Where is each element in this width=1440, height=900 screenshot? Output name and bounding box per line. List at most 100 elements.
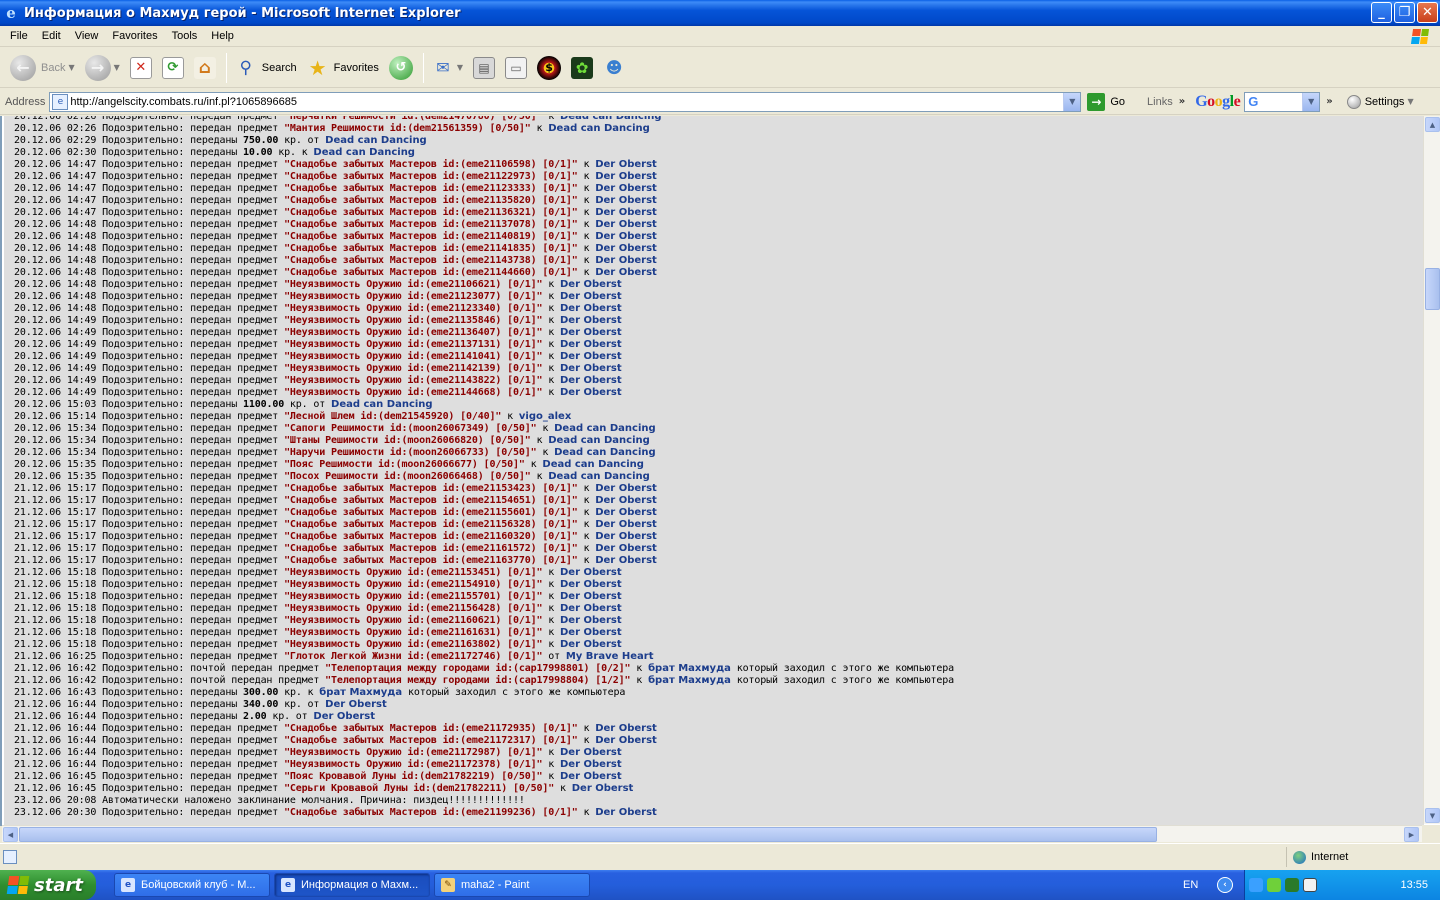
log-user-link[interactable]: Der Oberst xyxy=(595,243,657,254)
log-user-link[interactable]: Der Oberst xyxy=(560,747,622,758)
addon-button-2[interactable]: ✿ xyxy=(567,51,597,85)
log-user-link[interactable]: Der Oberst xyxy=(560,615,622,626)
forward-button[interactable]: → ▼ xyxy=(81,51,124,85)
links-chevron-icon[interactable]: » xyxy=(1179,96,1185,107)
print-button[interactable]: ▤ xyxy=(469,51,499,85)
log-user-link[interactable]: Der Oberst xyxy=(595,195,657,206)
pen-tray-icon[interactable] xyxy=(1303,878,1317,892)
language-indicator[interactable]: EN xyxy=(1183,879,1198,891)
log-user-link[interactable]: Dead can Dancing xyxy=(548,435,650,446)
scroll-right-arrow-icon[interactable]: ▶ xyxy=(1404,827,1419,842)
log-user-link[interactable]: Der Oberst xyxy=(560,375,622,386)
log-user-link[interactable]: Der Oberst xyxy=(595,255,657,266)
task-fight-club[interactable]: e Бойцовский клуб - M... xyxy=(114,873,270,897)
log-user-link[interactable]: брат Махмуда xyxy=(319,687,402,698)
close-button[interactable]: ✕ xyxy=(1417,2,1438,23)
menu-view[interactable]: View xyxy=(68,30,106,42)
log-user-link[interactable]: vigo_alex xyxy=(519,411,571,422)
links-label[interactable]: Links xyxy=(1147,96,1173,108)
log-user-link[interactable]: Der Oberst xyxy=(595,267,657,278)
google-dropdown-icon[interactable]: ▼ xyxy=(1302,92,1320,111)
minimize-button[interactable]: _ xyxy=(1371,2,1392,23)
log-user-link[interactable]: Der Oberst xyxy=(560,567,622,578)
log-user-link[interactable]: Der Oberst xyxy=(595,735,657,746)
log-user-link[interactable]: Der Oberst xyxy=(560,291,622,302)
stop-button[interactable]: ✕ xyxy=(126,51,156,85)
log-user-link[interactable]: Der Oberst xyxy=(595,231,657,242)
google-search-input[interactable]: G ▼ xyxy=(1244,91,1321,112)
log-user-link[interactable]: Der Oberst xyxy=(595,219,657,230)
start-button[interactable]: start xyxy=(0,870,96,900)
chat-tray-icon[interactable] xyxy=(1285,878,1299,892)
log-user-link[interactable]: Der Oberst xyxy=(560,603,622,614)
log-user-link[interactable]: Der Oberst xyxy=(595,531,657,542)
menu-tools[interactable]: Tools xyxy=(165,30,205,42)
scroll-up-arrow-icon[interactable]: ▲ xyxy=(1425,117,1440,132)
log-user-link[interactable]: Der Oberst xyxy=(595,495,657,506)
log-user-link[interactable]: Der Oberst xyxy=(313,711,375,722)
log-user-link[interactable]: Dead can Dancing xyxy=(554,447,656,458)
log-user-link[interactable]: Dead can Dancing xyxy=(548,471,650,482)
log-user-link[interactable]: Der Oberst xyxy=(325,699,387,710)
home-button[interactable]: ⌂ xyxy=(190,51,220,85)
log-user-link[interactable]: Der Oberst xyxy=(560,639,622,650)
log-user-link[interactable]: Der Oberst xyxy=(560,363,622,374)
go-button[interactable]: → Go xyxy=(1087,92,1125,111)
log-user-link[interactable]: Dead can Dancing xyxy=(313,147,415,158)
task-paint[interactable]: ✎ maha2 - Paint xyxy=(434,873,590,897)
flower-tray-icon[interactable] xyxy=(1267,878,1281,892)
log-user-link[interactable]: Der Oberst xyxy=(560,771,622,782)
history-button[interactable]: ↺ xyxy=(385,51,417,85)
maximize-button[interactable]: ❐ xyxy=(1394,2,1415,23)
addon-button-1[interactable]: $ xyxy=(533,51,565,85)
back-button[interactable]: ← Back ▼ xyxy=(6,51,79,85)
menu-file[interactable]: File xyxy=(3,30,35,42)
log-user-link[interactable]: Dead can Dancing xyxy=(560,116,662,122)
address-input[interactable]: e http://angelscity.combats.ru/inf.pl?10… xyxy=(49,91,1082,112)
refresh-button[interactable]: ⟳ xyxy=(158,51,188,85)
log-user-link[interactable]: Dead can Dancing xyxy=(542,459,644,470)
log-user-link[interactable]: Der Oberst xyxy=(560,627,622,638)
menu-help[interactable]: Help xyxy=(204,30,241,42)
log-user-link[interactable]: Der Oberst xyxy=(560,579,622,590)
back-dropdown-icon[interactable]: ▼ xyxy=(68,63,74,72)
scroll-left-arrow-icon[interactable]: ◀ xyxy=(3,827,18,842)
log-user-link[interactable]: Der Oberst xyxy=(595,171,657,182)
log-user-link[interactable]: Der Oberst xyxy=(595,183,657,194)
log-user-link[interactable]: Der Oberst xyxy=(595,543,657,554)
tray-expand-icon[interactable]: ‹ xyxy=(1217,877,1233,893)
network-icon[interactable] xyxy=(1249,878,1263,892)
horizontal-scroll-thumb[interactable] xyxy=(19,827,1157,842)
log-user-link[interactable]: Der Oberst xyxy=(595,159,657,170)
messenger-button[interactable]: ☻ xyxy=(599,51,629,85)
log-user-link[interactable]: Der Oberst xyxy=(560,339,622,350)
vertical-scroll-thumb[interactable] xyxy=(1425,268,1440,310)
log-user-link[interactable]: Der Oberst xyxy=(595,723,657,734)
log-user-link[interactable]: Der Oberst xyxy=(595,507,657,518)
log-user-link[interactable]: Dead can Dancing xyxy=(548,123,650,134)
log-user-link[interactable]: Der Oberst xyxy=(560,351,622,362)
log-user-link[interactable]: Dead can Dancing xyxy=(331,399,433,410)
mail-dropdown-icon[interactable]: ▼ xyxy=(457,63,463,72)
vertical-scrollbar[interactable]: ▲ ▼ xyxy=(1423,116,1440,824)
log-user-link[interactable]: Der Oberst xyxy=(560,279,622,290)
favorites-button[interactable]: ★ Favorites xyxy=(303,51,383,85)
horizontal-scrollbar[interactable]: ◀ ▶ xyxy=(2,825,1422,842)
log-user-link[interactable]: Der Oberst xyxy=(595,519,657,530)
log-user-link[interactable]: Der Oberst xyxy=(572,783,634,794)
log-user-link[interactable]: Der Oberst xyxy=(560,387,622,398)
log-user-link[interactable]: Der Oberst xyxy=(595,555,657,566)
log-user-link[interactable]: My Brave Heart xyxy=(566,651,654,662)
log-user-link[interactable]: брат Махмуда xyxy=(648,663,731,674)
log-user-link[interactable]: Dead can Dancing xyxy=(554,423,656,434)
menu-edit[interactable]: Edit xyxy=(35,30,68,42)
log-user-link[interactable]: Der Oberst xyxy=(595,807,657,818)
search-button[interactable]: ⚲ Search xyxy=(231,51,301,85)
log-user-link[interactable]: Der Oberst xyxy=(560,591,622,602)
task-info-page[interactable]: e Информация о Махм... xyxy=(274,873,430,897)
log-user-link[interactable]: Der Oberst xyxy=(560,303,622,314)
address-dropdown-icon[interactable]: ▼ xyxy=(1063,92,1081,111)
log-user-link[interactable]: брат Махмуда xyxy=(648,675,731,686)
google-chevron-icon[interactable]: » xyxy=(1326,96,1332,107)
mail-button[interactable]: ✉ ▼ xyxy=(428,51,467,85)
